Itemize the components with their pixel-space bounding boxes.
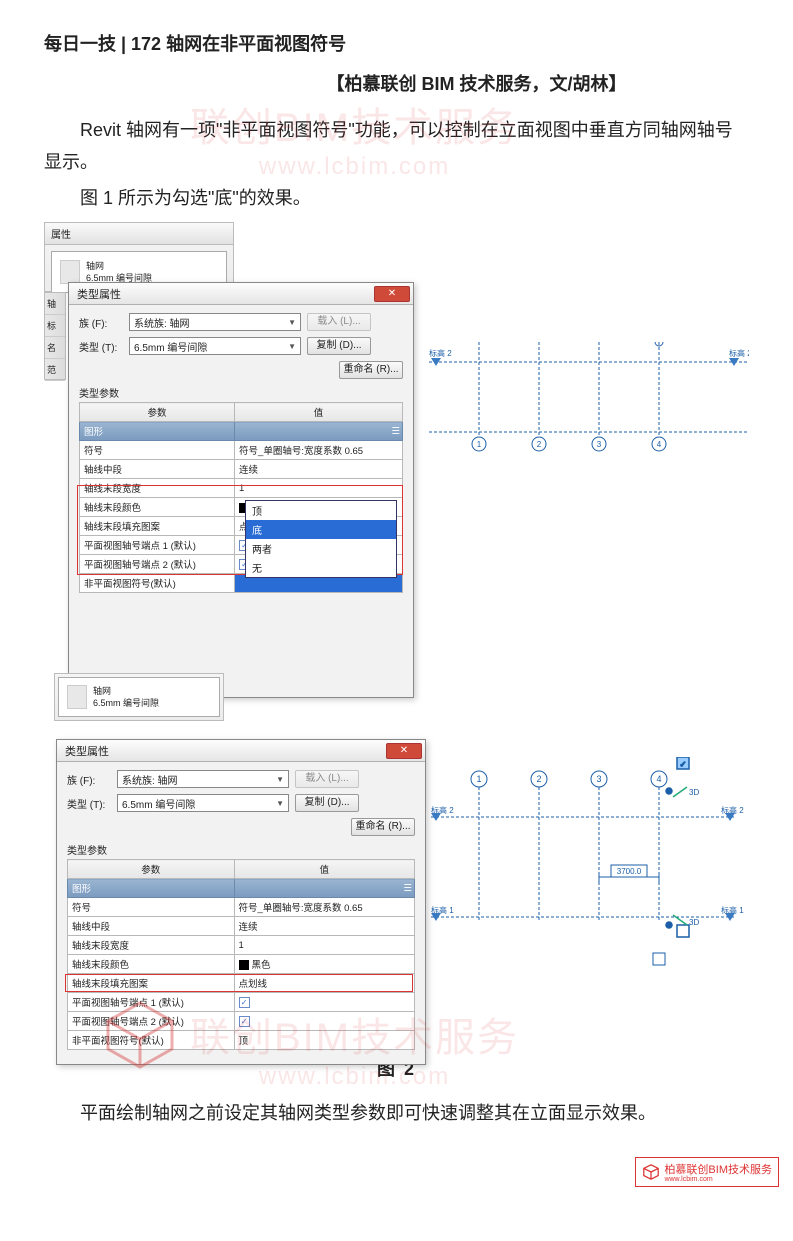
chevron-down-icon: ▼ [288, 318, 296, 327]
table-row: 平面视图轴号端点 2 (默认)✓ [68, 1012, 415, 1031]
copy-button[interactable]: 复制 (D)... [307, 337, 371, 355]
load-button[interactable]: 载入 (L)... [307, 313, 371, 331]
table-row: 符号符号_单圈轴号:宽度系数 0.65 [80, 441, 403, 460]
dialog-titlebar[interactable]: 类型属性 ✕ [69, 283, 413, 305]
dropdown-option-none[interactable]: 无 [246, 558, 396, 577]
family-value: 系统族: 轴网 [134, 315, 190, 330]
type-thumbnail-icon [60, 260, 80, 284]
svg-text:3: 3 [597, 440, 602, 449]
params-table-2: 参数值 图形☰ 符号符号_单圈轴号:宽度系数 0.65 轴线中段连续 轴线末段宽… [67, 859, 415, 1050]
svg-text:✓: ✓ [680, 760, 687, 769]
chevron-down-icon: ▼ [276, 775, 284, 784]
table-row: 平面视图轴号端点 1 (默认)✓ [68, 993, 415, 1012]
type-thumbnail-icon [67, 685, 87, 709]
svg-text:3700.0: 3700.0 [617, 867, 642, 876]
table-row: 轴线中段连续 [80, 460, 403, 479]
svg-text:3D: 3D [689, 918, 699, 927]
chevron-down-icon: ▼ [288, 342, 296, 351]
dropdown-option-bottom[interactable]: 底 [246, 520, 396, 539]
close-icon[interactable]: ✕ [374, 286, 410, 302]
footer-text: 柏慕联创BIM技术服务 www.lcbim.com [664, 1161, 772, 1183]
chevron-down-icon: ▼ [276, 799, 284, 808]
category-graphics[interactable]: 图形 [80, 422, 235, 441]
type-params-label: 类型参数 [79, 385, 403, 400]
sidebar-stub: 轴 标 名 范 [44, 292, 66, 380]
elevation-view-top: 1 2 3 4 ✓ 3D [429, 757, 749, 977]
svg-text:2: 2 [537, 440, 542, 449]
checkbox-icon[interactable]: ✓ [239, 1016, 250, 1027]
dialog-title-text: 类型属性 [77, 286, 121, 302]
properties-tab[interactable]: 属性 [45, 223, 233, 245]
type-selector-2[interactable]: 轴网 6.5mm 编号间隙 [58, 677, 220, 717]
family-label: 族 (F): [79, 315, 123, 330]
load-button-2[interactable]: 载入 (L)... [295, 770, 359, 788]
family-select[interactable]: 系统族: 轴网 ▼ [129, 313, 301, 331]
type-select[interactable]: 6.5mm 编号间隙 ▼ [129, 337, 301, 355]
table-row: 轴线末段宽度1 [68, 936, 415, 955]
type-text-2: 轴网 6.5mm 编号间隙 [93, 685, 159, 709]
svg-text:1: 1 [477, 440, 482, 449]
cube-icon [642, 1163, 660, 1181]
footer-logo: 柏慕联创BIM技术服务 www.lcbim.com [635, 1157, 779, 1187]
properties-panel-2: 轴网 6.5mm 编号间隙 [54, 673, 224, 721]
svg-text:3: 3 [596, 774, 601, 784]
family-select-2[interactable]: 系统族: 轴网 ▼ [117, 770, 289, 788]
rename-button[interactable]: 重命名 (R)... [339, 361, 403, 379]
svg-text:1: 1 [476, 774, 481, 784]
table-row: 符号符号_单圈轴号:宽度系数 0.65 [68, 898, 415, 917]
close-icon[interactable]: ✕ [386, 743, 422, 759]
symbol-dropdown[interactable]: 顶 底 两者 无 [245, 500, 397, 578]
paragraph-conclusion: 平面绘制轴网之前设定其轴网类型参数即可快速调整其在立面显示效果。 [44, 1097, 749, 1129]
type-text: 轴网 6.5mm 编号间隙 [86, 260, 152, 284]
article-title: 每日一技 | 172 轴网在非平面视图符号 [44, 30, 749, 56]
type-label: 类型 (T): [79, 339, 123, 354]
dialog-body: 族 (F): 系统族: 轴网 ▼ 载入 (L)... 类型 (T): 6.5mm… [69, 305, 413, 697]
paragraph-fig1-intro: 图 1 所示为勾选"底"的效果。 [44, 182, 749, 214]
figure-2-container: 类型属性 ✕ 族 (F): 系统族: 轴网 ▼ 载入 (L)... 类型 (T)… [44, 727, 749, 1047]
type-select-2[interactable]: 6.5mm 编号间隙 ▼ [117, 794, 289, 812]
svg-text:4: 4 [657, 440, 662, 449]
color-swatch [239, 960, 249, 970]
svg-text:标高 2: 标高 2 [729, 348, 749, 358]
col-value: 值 [235, 403, 403, 422]
paragraph-intro: Revit 轴网有一项"非平面视图符号"功能，可以控制在立面视图中垂直方同轴网轴… [44, 114, 749, 178]
table-row: 轴线末段颜色黑色 [68, 955, 415, 974]
checkbox-icon[interactable]: ✓ [239, 997, 250, 1008]
dropdown-option-top[interactable]: 顶 [246, 501, 396, 520]
table-row: 轴线末段填充图案点划线 [68, 974, 415, 993]
svg-text:3D: 3D [689, 788, 699, 797]
svg-text:标高 2: 标高 2 [429, 348, 452, 358]
article-author: 【柏慕联创 BIM 技术服务，文/胡林】 [44, 70, 749, 96]
svg-text:2: 2 [536, 774, 541, 784]
table-row: 非平面视图符号(默认)顶 [68, 1031, 415, 1050]
svg-text:4: 4 [656, 774, 661, 784]
figure-1-container: 属性 轴网 6.5mm 编号间隙 轴 标 名 范 类型属性 ✕ 族 (F): 系… [44, 222, 749, 587]
type-properties-dialog-2: 类型属性 ✕ 族 (F): 系统族: 轴网 ▼ 载入 (L)... 类型 (T)… [56, 739, 426, 1065]
type-properties-dialog: 类型属性 ✕ 族 (F): 系统族: 轴网 ▼ 载入 (L)... 类型 (T)… [68, 282, 414, 698]
copy-button-2[interactable]: 复制 (D)... [295, 794, 359, 812]
elevation-view-bottom: 标高 2 标高 2 1 2 3 4 [429, 342, 749, 462]
table-row: 轴线中段连续 [68, 917, 415, 936]
dropdown-option-both[interactable]: 两者 [246, 539, 396, 558]
rename-button-2[interactable]: 重命名 (R)... [351, 818, 415, 836]
dialog-titlebar-2[interactable]: 类型属性 ✕ [57, 740, 425, 762]
type-name: 轴网 [86, 260, 152, 272]
type-value: 6.5mm 编号间隙 [134, 339, 207, 354]
col-param: 参数 [80, 403, 235, 422]
table-row: 轴线末段宽度1 [80, 479, 403, 498]
